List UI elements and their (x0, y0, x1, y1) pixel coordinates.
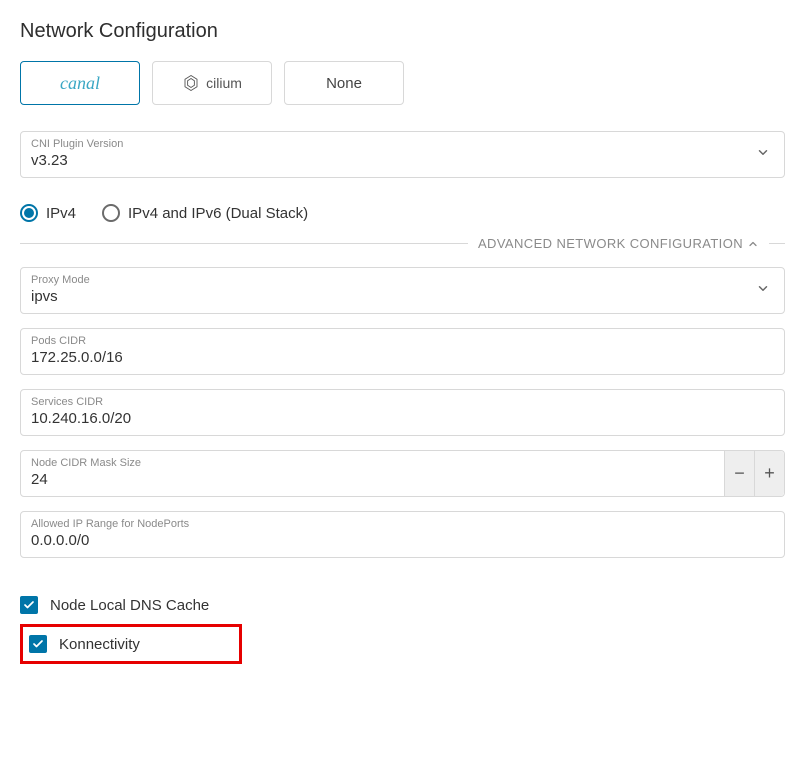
radio-ipv4-label: IPv4 (46, 205, 76, 222)
cilium-label: cilium (206, 75, 242, 91)
stepper-decrement-button[interactable]: − (724, 451, 754, 496)
services-cidr-label: Services CIDR (31, 396, 103, 408)
advanced-config-toggle[interactable]: ADVANCED NETWORK CONFIGURATION (468, 236, 769, 251)
cni-plugin-version-value[interactable] (21, 132, 784, 177)
checkbox-konnectivity[interactable]: Konnectivity (29, 631, 233, 657)
cilium-icon (182, 74, 200, 92)
advanced-config-label: ADVANCED NETWORK CONFIGURATION (478, 236, 743, 251)
ip-mode-radio-group: IPv4 IPv4 and IPv6 (Dual Stack) (20, 204, 785, 222)
checkbox-node-local-dns-label: Node Local DNS Cache (50, 597, 209, 614)
cni-plugin-version-label: CNI Plugin Version (31, 138, 123, 150)
stepper-increment-button[interactable]: + (754, 451, 784, 496)
cni-plugin-version-select[interactable]: CNI Plugin Version (20, 131, 785, 178)
radio-ipv4[interactable]: IPv4 (20, 204, 76, 222)
advanced-config-divider: ADVANCED NETWORK CONFIGURATION (20, 236, 785, 251)
checkbox-konnectivity-label: Konnectivity (59, 636, 140, 653)
node-cidr-mask-stepper: Node CIDR Mask Size − + (20, 450, 785, 497)
cni-option-none[interactable]: None (284, 61, 404, 105)
cilium-logo: cilium (182, 74, 242, 92)
page-title: Network Configuration (20, 20, 785, 43)
radio-dual-stack[interactable]: IPv4 and IPv6 (Dual Stack) (102, 204, 308, 222)
proxy-mode-label: Proxy Mode (31, 274, 90, 286)
services-cidr-input[interactable] (21, 390, 784, 435)
radio-icon-unchecked (102, 204, 120, 222)
pods-cidr-label: Pods CIDR (31, 335, 86, 347)
none-label: None (326, 75, 362, 92)
services-cidr-field[interactable]: Services CIDR (20, 389, 785, 436)
node-cidr-mask-label: Node CIDR Mask Size (31, 457, 141, 469)
proxy-mode-value[interactable] (21, 268, 784, 313)
pods-cidr-input[interactable] (21, 329, 784, 374)
allowed-ip-range-label: Allowed IP Range for NodePorts (31, 518, 189, 530)
konnectivity-highlight: Konnectivity (20, 624, 242, 664)
chevron-up-icon (747, 238, 759, 250)
checkbox-icon-checked (20, 596, 38, 614)
checkbox-icon-checked (29, 635, 47, 653)
pods-cidr-field[interactable]: Pods CIDR (20, 328, 785, 375)
cni-option-group: canal cilium None (20, 61, 785, 105)
cni-option-cilium[interactable]: cilium (152, 61, 272, 105)
canal-logo: canal (60, 73, 100, 94)
allowed-ip-range-field[interactable]: Allowed IP Range for NodePorts (20, 511, 785, 558)
checkbox-node-local-dns[interactable]: Node Local DNS Cache (20, 592, 785, 618)
proxy-mode-select[interactable]: Proxy Mode (20, 267, 785, 314)
cni-option-canal[interactable]: canal (20, 61, 140, 105)
radio-dual-label: IPv4 and IPv6 (Dual Stack) (128, 205, 308, 222)
radio-icon-checked (20, 204, 38, 222)
